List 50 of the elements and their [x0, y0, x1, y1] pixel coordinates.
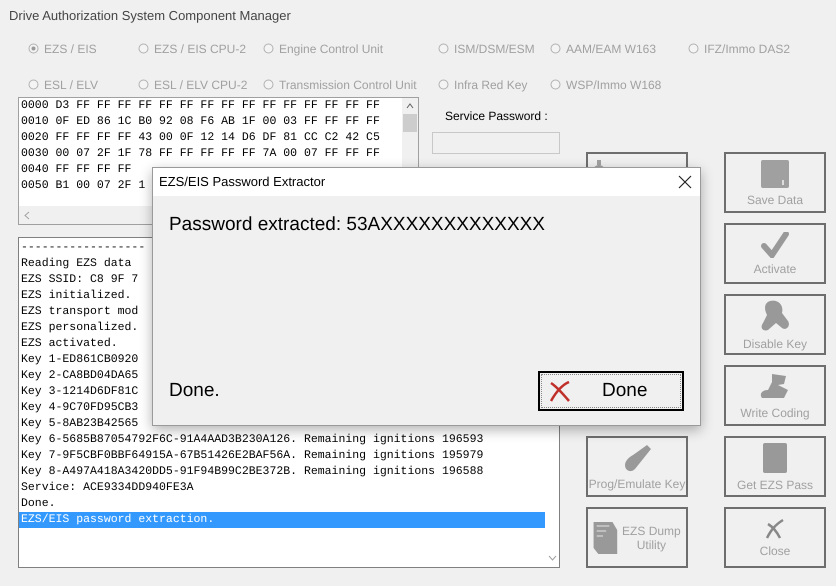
service-password-field[interactable] [432, 132, 560, 154]
log-line[interactable]: Service: ACE9334DD940FE3A [19, 480, 545, 496]
log-line[interactable]: Key 8-A497A418A3420DD5-91F94B99C2BE372B. Remaining ignitions 196588 [19, 464, 545, 480]
cross-icon [548, 380, 572, 402]
service-password-label: Service Password : [444, 108, 549, 125]
radio-label: ESL / ELV [44, 76, 98, 94]
status-text: Done. [169, 378, 220, 402]
scrollbar-thumb[interactable] [403, 114, 417, 132]
radio-label: WSP/Immo W168 [566, 76, 662, 94]
radio-label: Transmission Control Unit [279, 76, 417, 94]
scroll-up-icon[interactable] [406, 103, 414, 109]
log-line[interactable]: Key 7-9F5CBF0BBF64915A-67B51426E2BAF56A. Remaining ignitions 195979 [19, 448, 545, 464]
radio-button[interactable] [138, 79, 149, 90]
radio-button[interactable] [138, 43, 149, 54]
hex-line: 0040 FF FF FF FF [21, 162, 132, 178]
radio-label: ISM/DSM/ESM [454, 40, 535, 58]
radio-button[interactable] [28, 79, 39, 90]
hex-line: 0050 B1 00 07 2F 1 [21, 178, 146, 194]
window-title: Drive Authorization System Component Manager [8, 7, 292, 25]
radio-label: Infra Red Key [454, 76, 528, 94]
close-icon[interactable] [678, 175, 692, 189]
checkmark-icon [761, 232, 789, 258]
log-line[interactable]: Done. [19, 496, 545, 512]
radio-button[interactable] [28, 43, 39, 54]
radio-button[interactable] [438, 43, 449, 54]
radio-button[interactable] [688, 43, 699, 54]
radio-label: Engine Control Unit [279, 40, 384, 58]
radio-button[interactable] [263, 79, 274, 90]
log-line[interactable]: Key 6-5685B87054792F6C-91A4AAD3B230A126. Remaining ignitions 196593 [19, 432, 545, 448]
hex-line: 0010 0F ED 86 1C B0 92 08 F6 AB 1F 00 03 FF FF FF FF [21, 114, 380, 130]
hex-line: 0030 00 07 2F 1F 78 FF FF FF FF FF 7A 00 07 FF FF FF [21, 146, 380, 162]
radio-button[interactable] [438, 79, 449, 90]
hex-line: 0020 FF FF FF FF 43 00 0F 12 14 D6 DF 81 CC C2 42 C5 [21, 130, 380, 146]
radio-button[interactable] [263, 43, 274, 54]
radio-button[interactable] [550, 43, 561, 54]
radio-label: EZS / EIS CPU-2 [154, 40, 246, 58]
card-icon [762, 442, 788, 474]
password-message: Password extracted: 53AXXXXXXXXXXXXX [169, 213, 546, 237]
dialog-title: EZS/EIS Password Extractor [159, 173, 326, 192]
radio-label: ESL / ELV CPU-2 [154, 76, 248, 94]
hex-line: 0000 D3 FF FF FF FF FF FF FF FF FF FF FF FF FF FF FF [21, 98, 380, 114]
cross-icon [765, 518, 785, 540]
floppy-icon [760, 158, 790, 188]
scroll-down-icon[interactable] [548, 555, 556, 561]
scroll-left-icon[interactable] [24, 210, 30, 220]
done-button[interactable]: Done [538, 371, 684, 411]
radio-label: IFZ/Immo DAS2 [704, 40, 790, 58]
radio-button[interactable] [550, 79, 561, 90]
radio-label: AAM/EAM W163 [566, 40, 656, 58]
radio-label: EZS / EIS [44, 40, 97, 58]
